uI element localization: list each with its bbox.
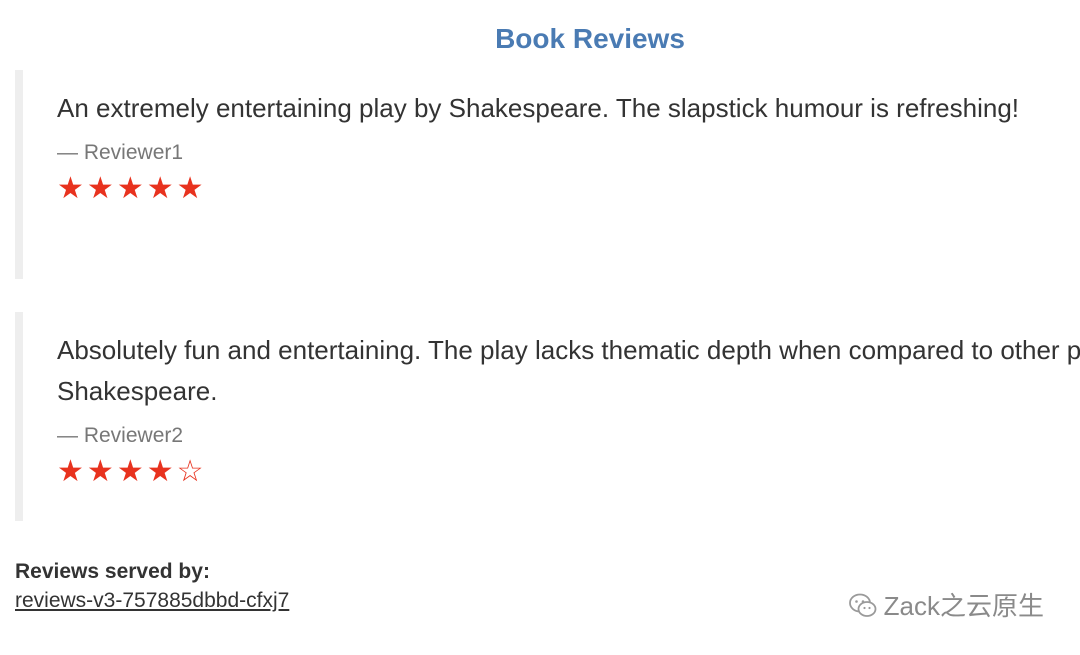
- star-rating: ★★★★★: [57, 171, 1080, 207]
- star-rating: ★★★★☆: [57, 454, 1080, 490]
- watermark: Zack之云原生: [848, 588, 1044, 624]
- wechat-icon: [848, 593, 877, 617]
- review-card: Absolutely fun and entertaining. The pla…: [15, 312, 1080, 521]
- star-empty-icon: ☆: [176, 455, 207, 488]
- review-text: An extremely entertaining play by Shakes…: [57, 93, 1020, 123]
- page: Book Reviews An extremely entertaining p…: [0, 0, 1080, 655]
- reviewer-name: — Reviewer1: [57, 141, 184, 164]
- star-filled-icon: ★: [86, 455, 117, 488]
- star-filled-icon: ★: [146, 172, 177, 205]
- review-card: An extremely entertaining play by Shakes…: [15, 70, 1080, 279]
- reviewer-name: — Reviewer2: [57, 424, 184, 447]
- served-by-host: reviews-v3-757885dbbd-cfxj7: [15, 589, 290, 612]
- served-by: Reviews served by: reviews-v3-757885dbbd…: [15, 558, 289, 616]
- star-filled-icon: ★: [57, 172, 87, 205]
- page-title: Book Reviews: [495, 23, 685, 54]
- watermark-text: Zack之云原生: [883, 591, 1044, 621]
- star-filled-icon: ★: [116, 172, 147, 205]
- star-filled-icon: ★: [86, 172, 117, 205]
- star-filled-icon: ★: [176, 172, 207, 205]
- star-filled-icon: ★: [116, 455, 147, 488]
- served-by-label: Reviews served by:: [15, 560, 210, 583]
- star-filled-icon: ★: [146, 455, 177, 488]
- review-text: Absolutely fun and entertaining. The pla…: [57, 335, 1080, 406]
- star-filled-icon: ★: [57, 455, 87, 488]
